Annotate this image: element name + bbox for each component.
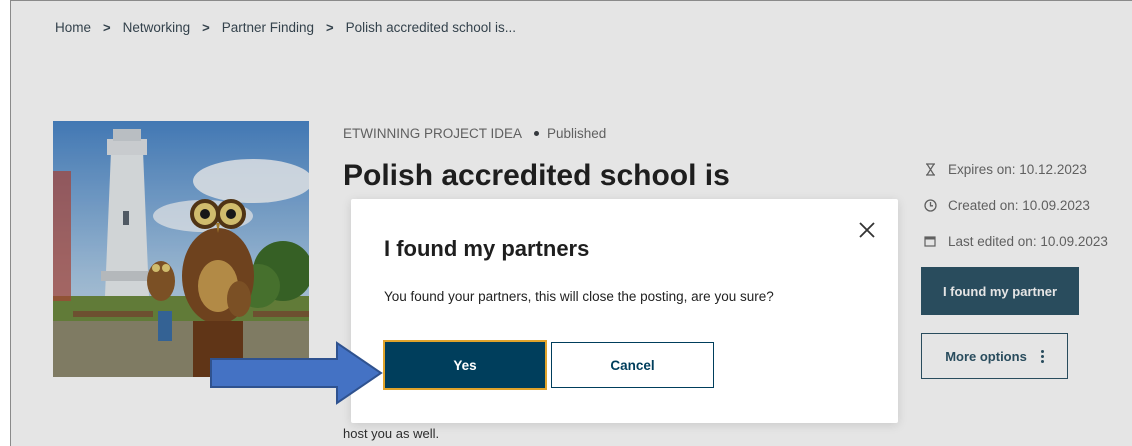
cancel-button[interactable]: Cancel (551, 342, 714, 388)
dialog-message: You found your partners, this will close… (384, 289, 774, 304)
annotation-arrow-icon (210, 341, 383, 405)
close-icon[interactable] (856, 219, 878, 241)
confirm-dialog: I found my partners You found your partn… (351, 199, 898, 423)
page-frame: Home > Networking > Partner Finding > Po… (10, 0, 1132, 446)
yes-button[interactable]: Yes (383, 340, 547, 390)
dialog-title: I found my partners (384, 236, 590, 261)
